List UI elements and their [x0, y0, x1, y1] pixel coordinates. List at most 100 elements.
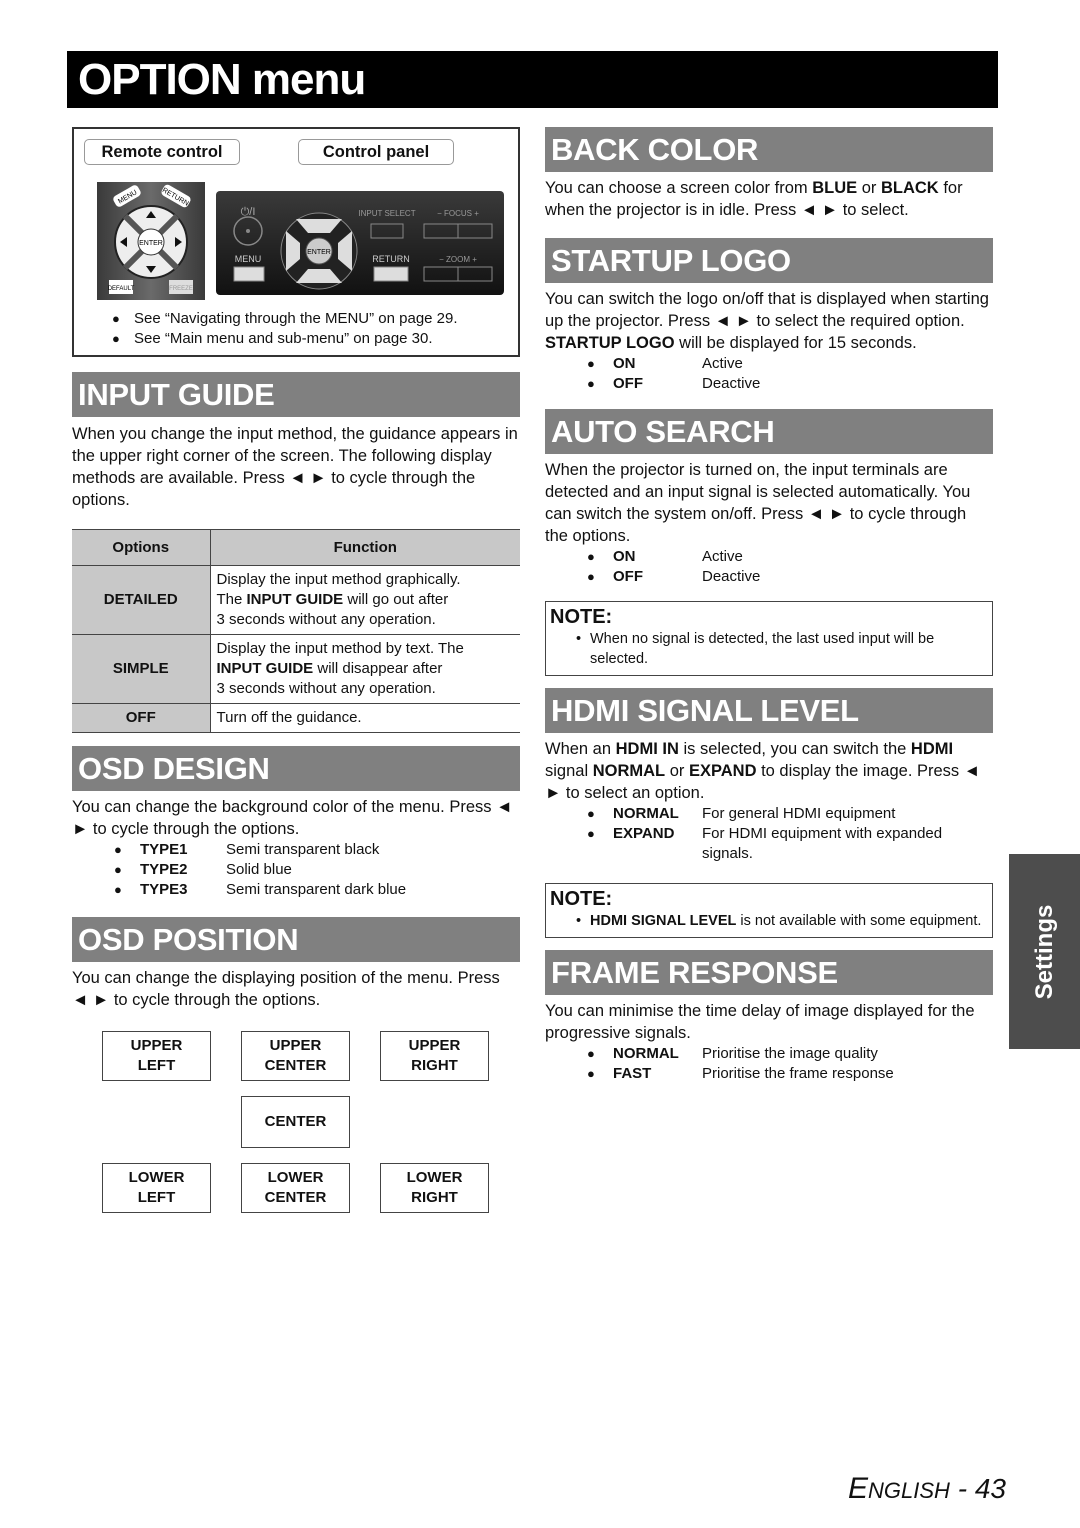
- list-item: OFF Deactive: [545, 567, 993, 587]
- option-key: TYPE1: [140, 841, 188, 858]
- list-item: NORMAL Prioritise the image quality: [545, 1044, 993, 1064]
- position-upper-center: UPPER CENTER: [241, 1031, 350, 1081]
- auto-search-options: ON Active OFF Deactive: [545, 547, 993, 587]
- option-value: Prioritise the frame response: [702, 1065, 894, 1082]
- option-value: For HDMI equipment with expanded signals…: [702, 825, 943, 862]
- hdmi-signal-level-options: NORMAL For general HDMI equipment EXPAND F…: [545, 804, 993, 864]
- note-link-main-menu: See “Main menu and sub-menu” on page 30.: [112, 329, 458, 349]
- svg-text:ENTER: ENTER: [139, 240, 163, 247]
- startup-logo-text: You can switch the logo on/off that is d…: [545, 290, 989, 352]
- bullet-icon: [545, 824, 595, 864]
- list-item: OFF Deactive: [545, 374, 993, 394]
- bullet-icon: [545, 354, 595, 374]
- input-guide-intro: When you change the input method, the gu…: [72, 425, 518, 509]
- bullet-icon: [545, 547, 595, 567]
- frame-response-options: NORMAL Prioritise the image quality FAST P…: [545, 1044, 993, 1084]
- position-center: CENTER: [241, 1096, 350, 1148]
- option-value: Active: [702, 355, 743, 372]
- section-heading-startup-logo: STARTUP LOGO: [545, 238, 993, 283]
- osd-position-grid: UPPER LEFT UPPER CENTER UPPER RIGHT CENTER …: [72, 1031, 520, 1221]
- page-title: OPTION menu: [67, 51, 998, 108]
- table-row: SIMPLE Display the input method by text.…: [72, 634, 520, 704]
- note-title: NOTE:: [550, 606, 613, 628]
- frame-response-intro: You can minimise the time delay of image…: [545, 1002, 975, 1042]
- option-key: NORMAL: [613, 805, 679, 822]
- bullet-icon: [545, 1044, 595, 1064]
- osd-design-intro: You can change the background color of t…: [72, 798, 513, 838]
- option-key: NORMAL: [613, 1045, 679, 1062]
- function-line: INPUT GUIDE will disappear after: [216, 660, 443, 677]
- option-key: ON: [613, 548, 636, 565]
- option-key: TYPE2: [140, 861, 188, 878]
- list-item: NORMAL For general HDMI equipment: [545, 804, 993, 824]
- settings-side-tab[interactable]: Settings: [1009, 854, 1080, 1049]
- list-item: TYPE3 Semi transparent dark blue: [72, 880, 520, 900]
- option-cell: DETAILED: [72, 565, 211, 635]
- list-item: TYPE1 Semi transparent black: [72, 840, 520, 860]
- option-value: Prioritise the image quality: [702, 1045, 878, 1062]
- controls-box: Remote control Control panel ENTER MENU …: [72, 127, 520, 357]
- column-header-options: Options: [72, 529, 211, 566]
- controls-notes: See “Navigating through the MENU” on pag…: [112, 309, 458, 349]
- startup-logo-options: ON Active OFF Deactive: [545, 354, 993, 394]
- option-value: Deactive: [702, 375, 761, 392]
- list-item: ON Active: [545, 547, 993, 567]
- page-number: 43: [974, 1473, 1006, 1504]
- option-key: EXPAND: [613, 825, 675, 842]
- svg-text:INPUT SELECT: INPUT SELECT: [358, 209, 415, 218]
- function-line: 3 seconds without any operation.: [216, 680, 436, 697]
- section-heading-input-guide: INPUT GUIDE: [72, 372, 520, 417]
- section-heading-osd-position: OSD POSITION: [72, 917, 520, 962]
- remote-dpad-icon: ENTER MENU RETURN DEFAULT FREEZE: [108, 184, 193, 294]
- bullet-icon: [545, 1064, 595, 1084]
- function-cell: Display the input method graphically. Th…: [210, 565, 520, 635]
- svg-text:− FOCUS +: − FOCUS +: [437, 209, 479, 218]
- section-heading-osd-design: OSD DESIGN: [72, 746, 520, 791]
- right-column: BACK COLOR You can choose a screen color…: [545, 127, 993, 1084]
- section-heading-hdmi-signal-level: HDMI SIGNAL LEVEL: [545, 688, 993, 733]
- control-panel-icon: ⏻/I MENU ENTER RETURN INPUT SELECT − FOC…: [233, 206, 493, 290]
- control-panel-label: Control panel: [298, 139, 454, 165]
- input-guide-table: Options Function DETAILED Display the in…: [72, 529, 520, 733]
- option-key: TYPE3: [140, 881, 188, 898]
- position-upper-right: UPPER RIGHT: [380, 1031, 489, 1081]
- note-title: NOTE:: [550, 888, 613, 910]
- option-value: Semi transparent black: [226, 841, 380, 858]
- bullet-icon: [72, 860, 122, 880]
- svg-text:MENU: MENU: [235, 254, 262, 264]
- table-header-row: Options Function: [72, 529, 520, 566]
- function-line: 3 seconds without any operation.: [216, 611, 436, 628]
- option-key: OFF: [613, 375, 643, 392]
- bullet-icon: [545, 567, 595, 587]
- function-line: Display the input method graphically.: [216, 571, 461, 588]
- svg-text:DEFAULT: DEFAULT: [108, 286, 135, 292]
- list-item: ON Active: [545, 354, 993, 374]
- hdmi-signal-level-text: When an HDMI IN is selected, you can swi…: [545, 740, 981, 802]
- option-value: Active: [702, 548, 743, 565]
- table-row: OFF Turn off the guidance.: [72, 703, 520, 733]
- position-lower-center: LOWER CENTER: [241, 1163, 350, 1213]
- svg-text:− ZOOM +: − ZOOM +: [439, 255, 477, 264]
- svg-text:FREEZE: FREEZE: [169, 286, 193, 292]
- option-key: ON: [613, 355, 636, 372]
- function-cell: Display the input method by text. The IN…: [210, 634, 520, 704]
- hdmi-signal-level-note: NOTE: HDMI SIGNAL LEVEL is not available…: [545, 883, 993, 938]
- function-line: The INPUT GUIDE will go out after: [216, 591, 449, 608]
- svg-text:RETURN: RETURN: [372, 254, 410, 264]
- function-cell: Turn off the guidance.: [210, 703, 520, 733]
- page-footer: ENGLISH - 43: [848, 1472, 1006, 1505]
- option-value: For general HDMI equipment: [702, 805, 896, 822]
- note-item: HDMI SIGNAL LEVEL is not available with …: [550, 911, 988, 931]
- option-value: Solid blue: [226, 861, 292, 878]
- remote-control-label: Remote control: [84, 139, 240, 165]
- note-link-navigating: See “Navigating through the MENU” on pag…: [112, 309, 458, 329]
- table-row: DETAILED Display the input method graphi…: [72, 565, 520, 635]
- auto-search-intro: When the projector is turned on, the inp…: [545, 461, 971, 545]
- option-cell: OFF: [72, 703, 211, 733]
- option-value: Semi transparent dark blue: [226, 881, 407, 898]
- option-key: FAST: [613, 1065, 652, 1082]
- function-line: Display the input method by text. The: [216, 640, 464, 657]
- position-lower-left: LOWER LEFT: [102, 1163, 211, 1213]
- section-heading-back-color: BACK COLOR: [545, 127, 993, 172]
- settings-tab-label: Settings: [1030, 904, 1058, 999]
